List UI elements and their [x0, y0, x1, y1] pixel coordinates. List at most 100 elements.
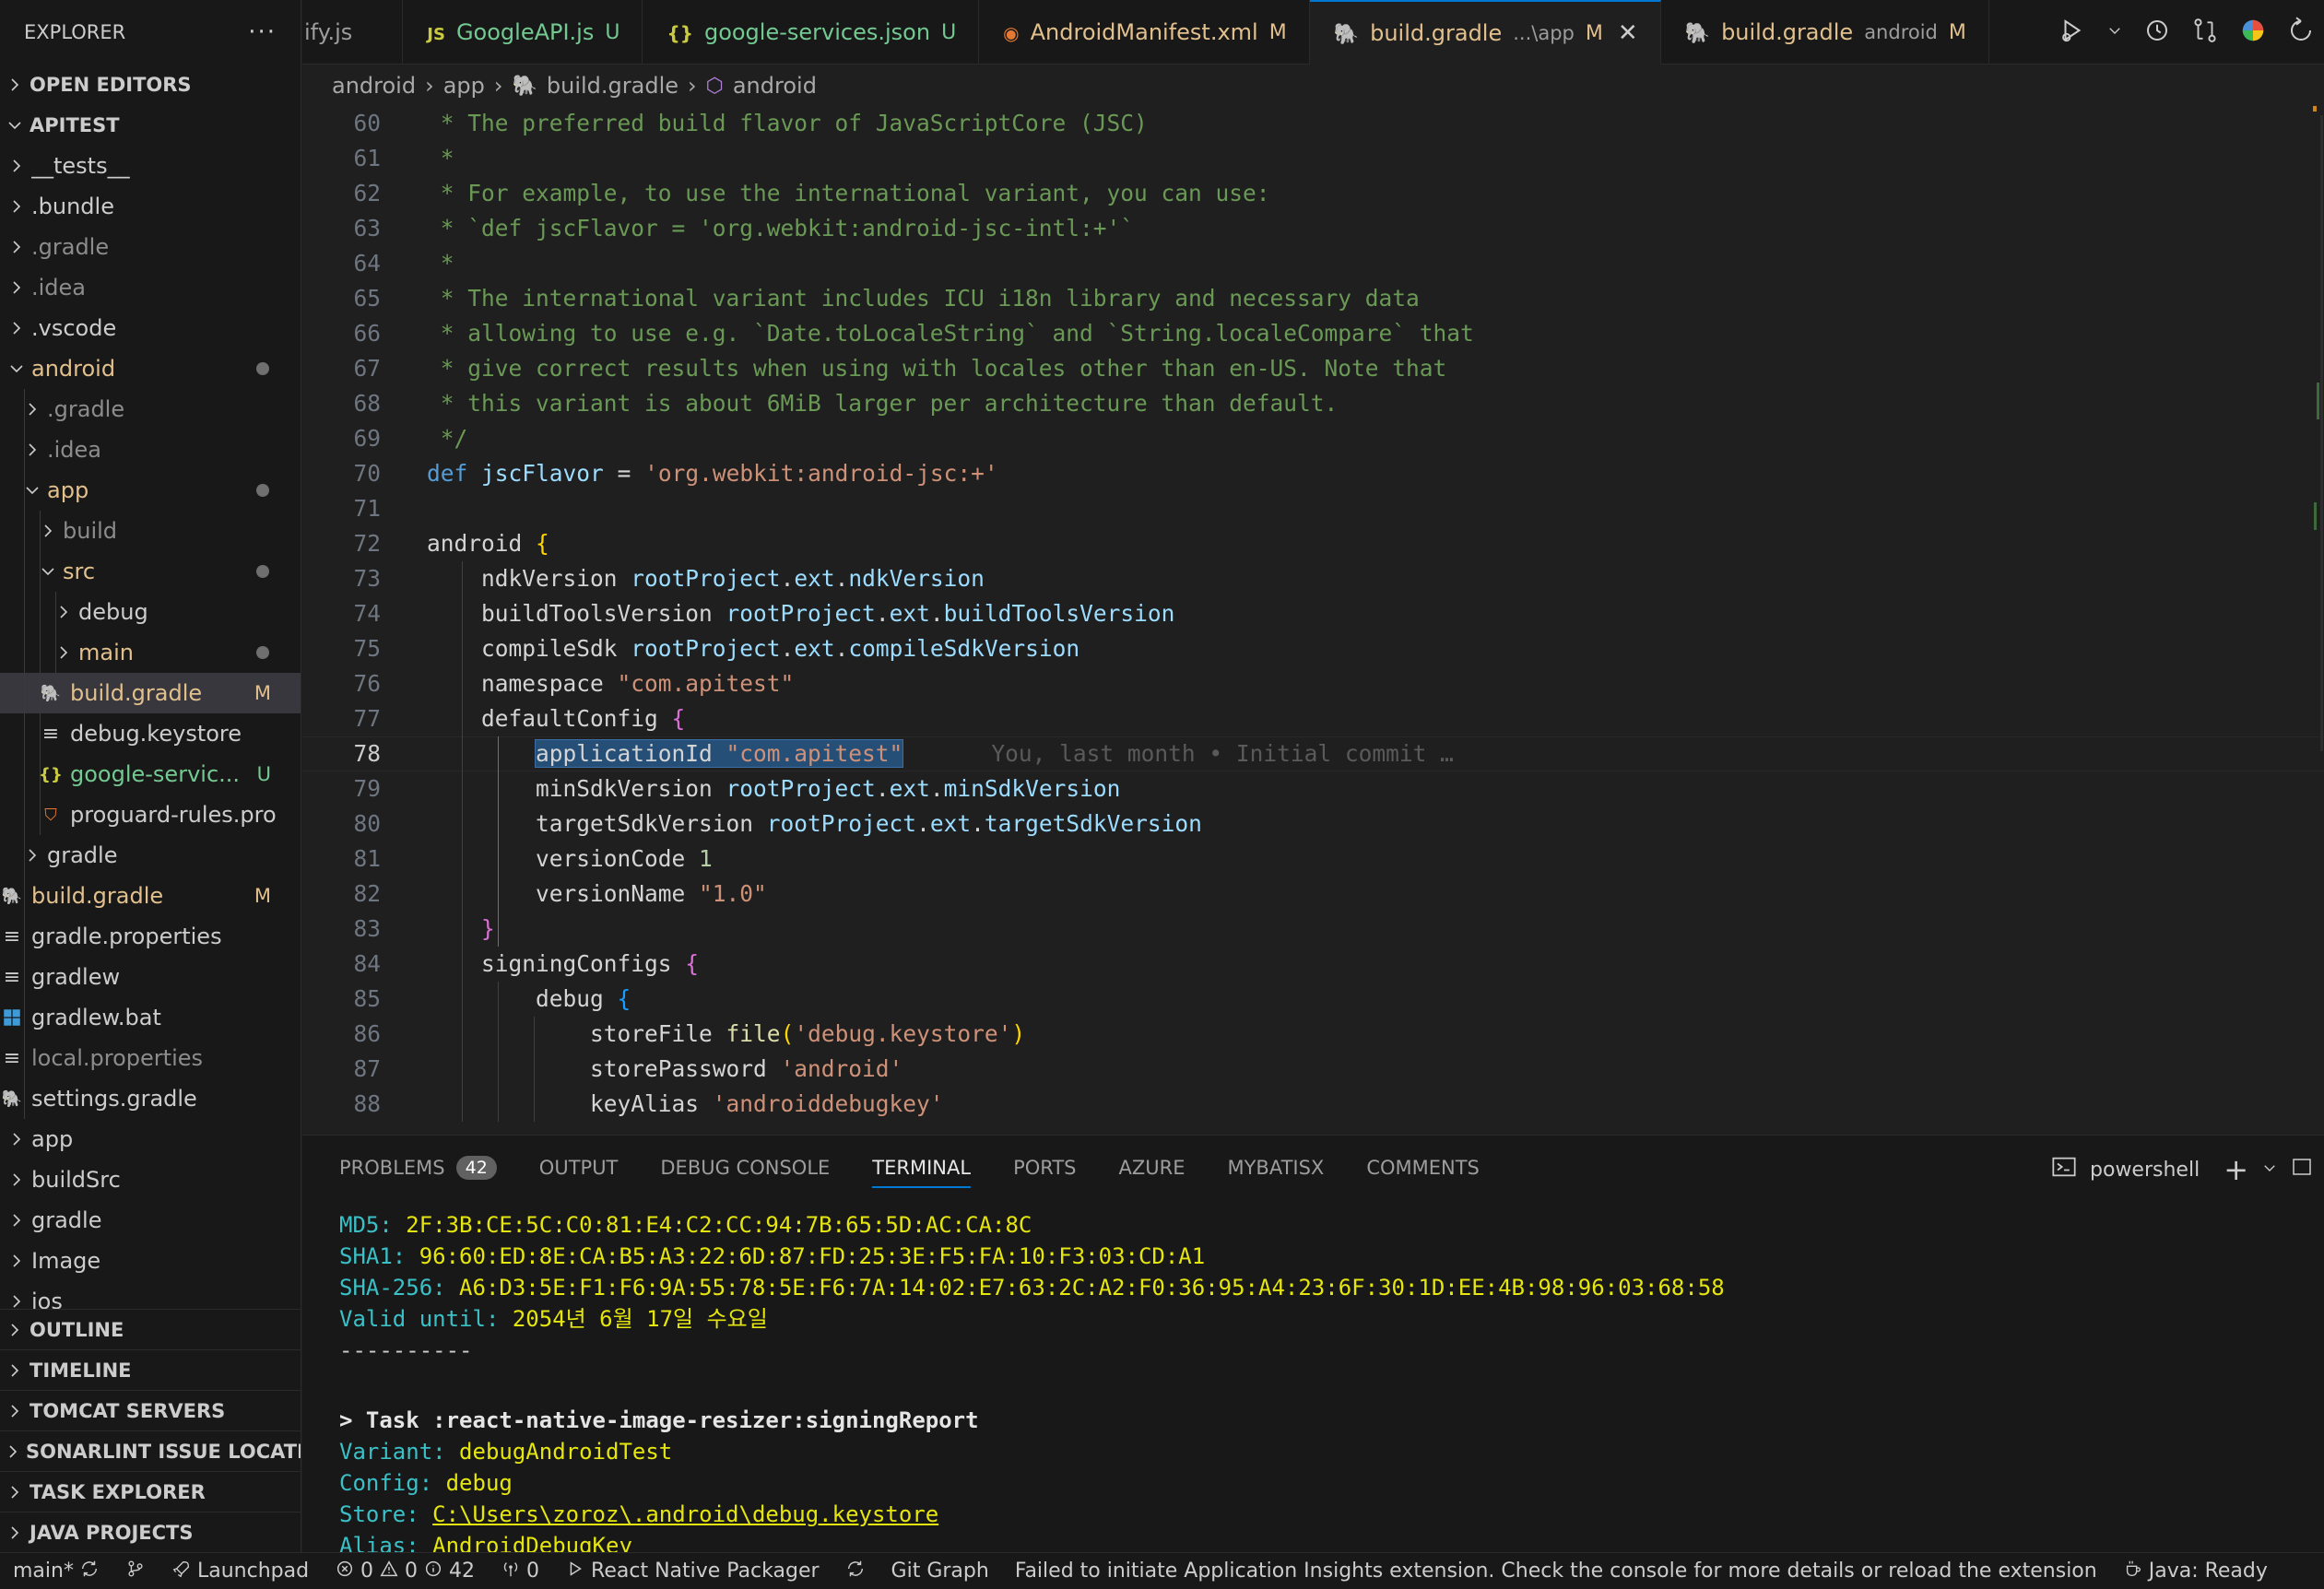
run-debug-icon[interactable] [2059, 17, 2086, 48]
open-editors-section[interactable]: OPEN EDITORS [0, 65, 301, 105]
breadcrumb-item[interactable]: build.gradle [547, 73, 678, 99]
sidebar-section-tomcat[interactable]: TOMCAT SERVERS [0, 1390, 301, 1430]
code-line[interactable]: 67 * give correct results when using wit… [302, 351, 2312, 386]
tree-folder-main[interactable]: main [0, 632, 301, 673]
tree-folder-idea[interactable]: .idea [0, 430, 301, 470]
code-line[interactable]: 62 * For example, to use the internation… [302, 176, 2312, 211]
editor-tab[interactable]: ◉ AndroidManifest.xml M [979, 0, 1310, 65]
tree-folder-src[interactable]: src [0, 551, 301, 592]
code-line[interactable]: 66 * allowing to use e.g. `Date.toLocale… [302, 316, 2312, 351]
compare-changes-icon[interactable] [2191, 17, 2219, 48]
tree-folder-debug[interactable]: debug [0, 592, 301, 632]
code-line[interactable]: 71 [302, 491, 2312, 526]
panel-tab-ports[interactable]: PORTS [1013, 1148, 1076, 1188]
terminal-shell-name[interactable]: powershell [2090, 1159, 2200, 1182]
tree-file-debugkeystore[interactable]: ≡ debug.keystore [0, 713, 301, 754]
editor-tab[interactable]: {} google-services.json U [643, 0, 980, 65]
code-line[interactable]: 83 } [302, 912, 2312, 947]
tree-folder-app[interactable]: app [0, 470, 301, 511]
code-line[interactable]: 76 namespace "com.apitest" [302, 666, 2312, 701]
panel-tab-mybatisx[interactable]: MYBATISX [1227, 1148, 1324, 1188]
tree-folder-vscode[interactable]: .vscode [0, 308, 301, 348]
code-line[interactable]: 63 * `def jscFlavor = 'org.webkit:androi… [302, 211, 2312, 246]
close-icon[interactable]: ✕ [1618, 19, 1638, 47]
panel-tab-debug-console[interactable]: DEBUG CONSOLE [660, 1148, 830, 1188]
tree-file-gradleproperties[interactable]: ≡ gradle.properties [0, 916, 301, 957]
react-native-packager-item[interactable]: React Native Packager [552, 1559, 832, 1584]
split-panel-icon[interactable] [2291, 1156, 2313, 1183]
notification-message[interactable]: Failed to initiate Application Insights … [1002, 1560, 2110, 1583]
timeline-history-icon[interactable] [2143, 17, 2171, 48]
code-line[interactable]: 68 * this variant is about 6MiB larger p… [302, 386, 2312, 421]
editor-tab[interactable]: 🐘 build.gradle android M [1661, 0, 1989, 65]
code-line[interactable]: 81 versionCode 1 [302, 842, 2312, 877]
code-line[interactable]: 65 * The international variant includes … [302, 281, 2312, 316]
editor-tab[interactable]: 🐘 build.gradle ...\app M ✕ [1309, 0, 1661, 65]
git-graph-item[interactable]: Git Graph [879, 1560, 1002, 1583]
code-line[interactable]: 86 storeFile file('debug.keystore') [302, 1017, 2312, 1052]
code-line[interactable]: 78 applicationId "com.apitest" You, last … [302, 736, 2312, 771]
problems-item[interactable]: 0 0 42 [322, 1559, 488, 1584]
code-line[interactable]: 87 storePassword 'android' [302, 1052, 2312, 1087]
code-line[interactable]: 72 android { [302, 526, 2312, 561]
code-line[interactable]: 82 versionName "1.0" [302, 877, 2312, 912]
code-line[interactable]: 85 debug { [302, 982, 2312, 1017]
refresh-item[interactable] [832, 1559, 879, 1584]
chevron-down-icon[interactable] [2261, 1159, 2278, 1182]
git-graph-toggle[interactable] [112, 1559, 159, 1584]
tree-file-googleservic[interactable]: {} google-servic... U [0, 754, 301, 794]
code-line[interactable]: 64 * [302, 246, 2312, 281]
tree-folder-android[interactable]: android [0, 348, 301, 389]
extension-color-icon[interactable] [2239, 17, 2267, 48]
back-arrow-icon[interactable] [2287, 16, 2315, 48]
panel-tab-problems[interactable]: PROBLEMS 42 [339, 1148, 497, 1188]
terminal-output[interactable]: MD5: 2F:3B:CE:5C:C0:81:E4:C2:CC:94:7B:65… [339, 1209, 2306, 1561]
tree-folder-build[interactable]: build [0, 511, 301, 551]
tree-file-proguardrulespro[interactable]: ⛉ proguard-rules.pro [0, 794, 301, 835]
git-branch-item[interactable]: main* [0, 1559, 112, 1584]
panel-tab-terminal[interactable]: TERMINAL [872, 1148, 971, 1188]
code-line[interactable]: 61 * [302, 141, 2312, 176]
tree-folder-gradle[interactable]: .gradle [0, 227, 301, 267]
editor-tab[interactable]: JS GoogleAPI.js U [403, 0, 643, 65]
sidebar-section-java[interactable]: JAVA PROJECTS [0, 1512, 301, 1552]
code-line[interactable]: 73 ndkVersion rootProject.ext.ndkVersion [302, 561, 2312, 596]
chevron-down-icon[interactable] [2106, 22, 2123, 42]
tree-folder-idea[interactable]: .idea [0, 267, 301, 308]
code-line[interactable]: 88 keyAlias 'androiddebugkey' [302, 1087, 2312, 1122]
tree-file-gradlewbat[interactable]: gradlew.bat [0, 997, 301, 1038]
tree-folder-app[interactable]: app [0, 1119, 301, 1159]
sidebar-section-sonarlint[interactable]: SONARLINT ISSUE LOCATI... [0, 1430, 301, 1471]
tree-folder-gradle[interactable]: gradle [0, 835, 301, 876]
breadcrumb-item[interactable]: android [332, 73, 416, 99]
launchpad-item[interactable]: Launchpad [159, 1559, 322, 1584]
panel-tab-output[interactable]: OUTPUT [539, 1148, 619, 1188]
tree-folder-gradle[interactable]: .gradle [0, 389, 301, 430]
new-terminal-icon[interactable]: + [2224, 1152, 2248, 1187]
sidebar-section-timeline[interactable]: TIMELINE [0, 1349, 301, 1390]
code-line[interactable]: 75 compileSdk rootProject.ext.compileSdk… [302, 631, 2312, 666]
ports-item[interactable]: 0 [488, 1559, 552, 1584]
tree-folder-buildsrc[interactable]: buildSrc [0, 1159, 301, 1200]
code-line[interactable]: 77 defaultConfig { [302, 701, 2312, 736]
java-status-item[interactable]: Java: Ready [2110, 1559, 2281, 1584]
sidebar-section-task[interactable]: TASK EXPLORER [0, 1471, 301, 1512]
tree-folder-image[interactable]: Image [0, 1241, 301, 1281]
terminal-path-link[interactable]: C:\Users\zoroz\.android\debug.keystore [432, 1501, 938, 1527]
code-line[interactable]: 80 targetSdkVersion rootProject.ext.targ… [302, 806, 2312, 842]
tree-file-buildgradle[interactable]: 🐘 build.gradle M [0, 673, 301, 713]
tree-folder-tests[interactable]: __tests__ [0, 146, 301, 186]
code-line[interactable]: 84 signingConfigs { [302, 947, 2312, 982]
tree-file-localproperties[interactable]: ≡ local.properties [0, 1038, 301, 1078]
code-editor[interactable]: 60 * The preferred build flavor of JavaS… [302, 106, 2324, 1134]
code-line[interactable]: 60 * The preferred build flavor of JavaS… [302, 106, 2312, 141]
sidebar-section-outline[interactable]: OUTLINE [0, 1309, 301, 1349]
panel-tab-comments[interactable]: COMMENTS [1366, 1148, 1480, 1188]
editor-tab[interactable]: ify.js [302, 0, 404, 65]
tree-file-buildgradle[interactable]: 🐘 build.gradle M [0, 876, 301, 916]
workspace-root-section[interactable]: APITEST [0, 105, 301, 146]
code-line[interactable]: 79 minSdkVersion rootProject.ext.minSdkV… [302, 771, 2312, 806]
minimap[interactable] [2309, 106, 2324, 1134]
code-line[interactable]: 74 buildToolsVersion rootProject.ext.bui… [302, 596, 2312, 631]
tree-file-gradlew[interactable]: ≡ gradlew [0, 957, 301, 997]
